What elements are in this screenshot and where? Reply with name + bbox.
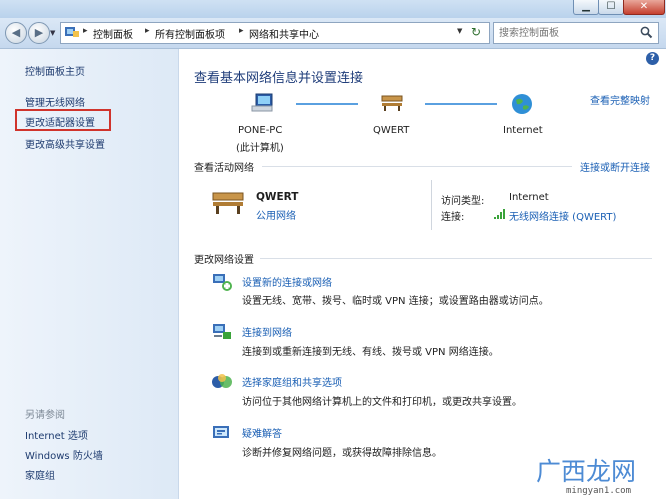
search-input[interactable] [497,25,641,41]
highlight-box [15,109,111,131]
maximize-button[interactable]: ☐ [598,0,624,15]
minimize-button[interactable]: ▁ [573,0,599,15]
bench-icon [381,95,403,111]
sidebar-item-control-panel-home[interactable]: 控制面板主页 [25,63,85,78]
map-node-pc-sublabel: (此计算机) [236,143,284,154]
section-divider [262,166,572,167]
address-bar[interactable]: ▸ 控制面板 ▸ 所有控制面板项 ▸ 网络和共享中心 ▼ ↻ [60,22,490,44]
address-toolbar: ◀ ▶ ▼ ▸ 控制面板 ▸ 所有控制面板项 ▸ 网络和共享中心 ▼ ↻ [0,18,666,49]
control-panel-icon [65,27,79,37]
connection-label: 连接: [441,212,465,223]
help-icon[interactable]: ? [646,52,659,65]
task-connect-network-link[interactable]: 连接到网络 [242,324,292,339]
task-setup-connection-desc: 设置无线、宽带、拨号、临时或 VPN 连接；或设置路由器或访问点。 [242,296,549,307]
window-titlebar: ▁ ☐ ✕ [0,0,666,18]
page-title: 查看基本网络信息并设置连接 [194,71,364,86]
breadcrumb-all-items[interactable]: 所有控制面板项 [155,26,225,41]
connection-value-link[interactable]: 无线网络连接 (QWERT) [509,208,616,223]
breadcrumb-control-panel[interactable]: 控制面板 [93,26,133,41]
task-setup-connection-link[interactable]: 设置新的连接或网络 [242,274,332,289]
sidebar-item-manage-wireless[interactable]: 管理无线网络 [25,94,85,109]
sidebar-item-advanced-sharing[interactable]: 更改高级共享设置 [25,136,105,151]
section-divider [260,258,652,259]
history-dropdown-icon[interactable]: ▼ [50,29,55,37]
public-network-bench-icon [212,192,244,214]
access-type-label: 访问类型: [441,196,485,207]
breadcrumb-network-center[interactable]: 网络和共享中心 [249,26,319,41]
network-name: QWERT [256,191,299,203]
task-homegroup-sharing-link[interactable]: 选择家庭组和共享选项 [242,374,342,389]
connect-disconnect-link[interactable]: 连接或断开连接 [580,159,650,174]
map-node-pc[interactable]: PONE-PC [238,125,282,136]
change-settings-header: 更改网络设置 [194,255,254,266]
globe-icon [512,94,532,114]
troubleshoot-icon [213,426,229,438]
task-troubleshoot-link[interactable]: 疑难解答 [242,425,282,440]
connect-network-icon [213,324,231,339]
map-connection-line [296,103,358,105]
active-networks-header: 查看活动网络 [194,163,254,174]
network-setup-icon [213,274,232,291]
refresh-icon[interactable]: ↻ [471,25,481,39]
computer-icon [251,93,273,112]
network-type-link[interactable]: 公用网络 [256,207,296,222]
back-button[interactable]: ◀ [5,22,27,44]
watermark-url: mingyan1.com [566,486,632,496]
map-node-network[interactable]: QWERT [373,125,409,136]
access-type-value: Internet [509,192,549,203]
see-also-title: 另请参阅 [25,410,65,421]
breadcrumb-separator: ▸ [239,26,244,36]
map-node-internet[interactable]: Internet [503,125,543,136]
sidebar-item-homegroup[interactable]: 家庭组 [25,467,55,482]
task-homegroup-sharing-desc: 访问位于其他网络计算机上的文件和打印机，或更改共享设置。 [242,397,522,408]
homegroup-icon [212,374,232,388]
wifi-signal-icon [494,209,505,219]
address-dropdown-icon[interactable]: ▼ [457,27,462,35]
network-info-divider [431,180,432,230]
search-icon[interactable] [640,26,653,39]
search-box[interactable] [493,22,659,44]
map-connection-line [425,103,497,105]
view-full-map-link[interactable]: 查看完整映射 [590,92,650,107]
breadcrumb-separator: ▸ [145,26,150,36]
sidebar-item-internet-options[interactable]: Internet 选项 [25,427,88,442]
watermark-brand: 广西龙网 [536,457,637,486]
breadcrumb-separator: ▸ [83,26,88,36]
task-troubleshoot-desc: 诊断并修复网络问题，或获得故障排除信息。 [242,448,442,459]
sidebar-item-windows-firewall[interactable]: Windows 防火墙 [25,447,103,462]
close-button[interactable]: ✕ [623,0,665,15]
task-connect-network-desc: 连接到或重新连接到无线、有线、拨号或 VPN 网络连接。 [242,347,499,358]
forward-button[interactable]: ▶ [28,22,50,44]
